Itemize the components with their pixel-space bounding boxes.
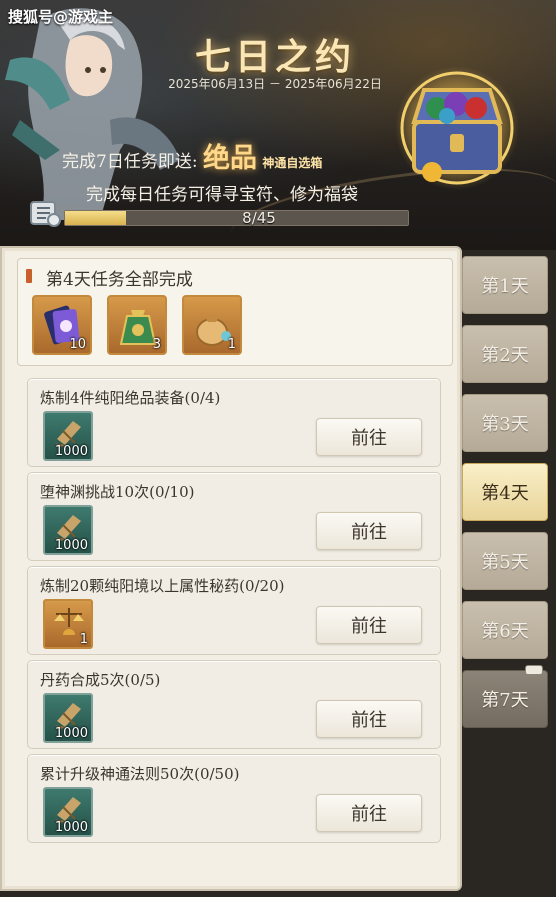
go-button[interactable]: 前往 (316, 418, 422, 456)
tab-day-5[interactable]: 第5天 (462, 532, 548, 590)
summary-marker (26, 269, 32, 283)
daily-reward-text: 完成每日任务可得寻宝符、修为福袋 (86, 185, 358, 205)
progress-text: 8/45 (242, 209, 276, 227)
go-button[interactable]: 前往 (316, 606, 422, 644)
reward-count: 1 (227, 337, 236, 352)
task-reward-item[interactable]: 1000 (43, 693, 93, 743)
date-end: 2025年06月22日 (284, 77, 382, 91)
task-reward-count: 1000 (54, 726, 88, 741)
grand-reward-item: 神通自选箱 (262, 156, 323, 170)
task-reward-item[interactable]: 1000 (43, 505, 93, 555)
go-button[interactable]: 前往 (316, 700, 422, 738)
task-reward-count: 1 (79, 632, 88, 647)
summary-title: 第4天任务全部完成 (46, 270, 193, 290)
reward-item-pouch[interactable]: 3 (107, 295, 167, 355)
task-title: 丹药合成5次(0/5) (40, 671, 161, 689)
task-reward-count: 1000 (54, 538, 88, 553)
date-separator: － (268, 77, 281, 91)
grand-reward-text: 完成7日任务即送: 绝品 神通自选箱 (62, 136, 322, 175)
tab-day-2[interactable]: 第2天 (462, 325, 548, 383)
event-date-range: 2025年06月13日 － 2025年06月22日 (140, 75, 410, 92)
date-start: 2025年06月13日 (168, 77, 266, 91)
tab-day-4[interactable]: 第4天 (462, 463, 548, 521)
watermark-text: 搜狐号@游戏主 (8, 8, 114, 26)
go-button[interactable]: 前往 (316, 794, 422, 832)
reward-item-talisman[interactable]: 10 (32, 295, 92, 355)
tab-day-7-label: 第7天 (481, 690, 529, 711)
reward-item-bag[interactable]: 1 (182, 295, 242, 355)
event-banner: 搜狐号@游戏主 七日之约 2025年06月13日 － 2025年06月22日 完… (0, 0, 556, 250)
task-reward-item[interactable]: 1000 (43, 411, 93, 461)
task-title: 炼制4件纯阳绝品装备(0/4) (40, 389, 221, 407)
task-reward-item[interactable]: 1000 (43, 787, 93, 837)
task-row: 堕神渊挑战10次(0/10) 1000 前往 (27, 472, 441, 561)
reward-count: 3 (152, 337, 161, 352)
task-book-icon (30, 201, 61, 227)
day-summary-card: 第4天任务全部完成 10 3 1 (17, 258, 453, 366)
reward-count: 10 (69, 337, 86, 352)
grand-reward-tier: 绝品 (202, 143, 257, 174)
tab-day-3[interactable]: 第3天 (462, 394, 548, 452)
task-reward-item[interactable]: 1 (43, 599, 93, 649)
task-reward-count: 1000 (54, 820, 88, 835)
task-title: 累计升级神通法则50次(0/50) (40, 765, 240, 783)
task-title: 堕神渊挑战10次(0/10) (40, 483, 195, 501)
task-row: 炼制20颗纯阳境以上属性秘药(0/20) 1 前往 (27, 566, 441, 655)
task-title: 炼制20颗纯阳境以上属性秘药(0/20) (40, 577, 285, 595)
task-row: 炼制4件纯阳绝品装备(0/4) 1000 前往 (27, 378, 441, 467)
event-title: 七日之约 (194, 36, 355, 78)
treasure-chest-icon[interactable] (392, 60, 522, 200)
tab-day-6[interactable]: 第6天 (462, 601, 548, 659)
task-row: 丹药合成5次(0/5) 1000 前往 (27, 660, 441, 749)
task-reward-count: 1000 (54, 444, 88, 459)
tab-day-1[interactable]: 第1天 (462, 256, 548, 314)
grand-reward-prefix: 完成7日任务即送: (62, 152, 198, 172)
go-button[interactable]: 前往 (316, 512, 422, 550)
lock-icon (525, 665, 543, 675)
tab-day-7[interactable]: 第7天 (462, 665, 548, 728)
task-row: 累计升级神通法则50次(0/50) 1000 前往 (27, 754, 441, 843)
